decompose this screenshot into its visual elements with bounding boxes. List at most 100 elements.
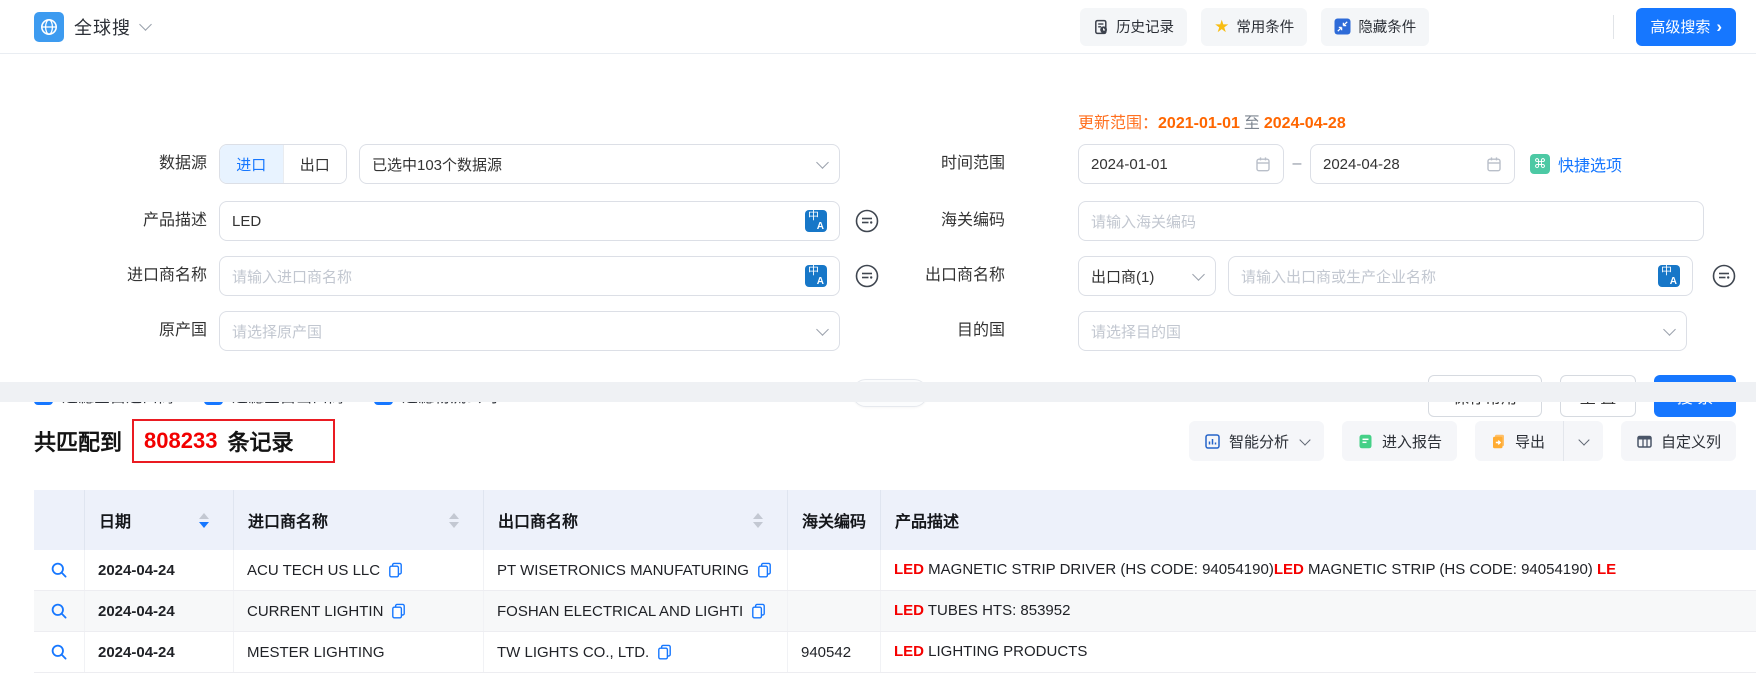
dest-country-select[interactable]: 请选择目的国 (1078, 311, 1687, 351)
sort-control[interactable] (753, 513, 773, 528)
advanced-search-button[interactable]: 高级搜索 › (1636, 8, 1736, 46)
row-detail-cell[interactable] (34, 591, 84, 631)
data-source-select[interactable]: 已选中103个数据源 (359, 144, 840, 184)
desc-text: MAGNETIC STRIP DRIVER (HS CODE: 94054190… (924, 561, 1274, 578)
history-button[interactable]: 历史记录 (1080, 8, 1187, 46)
origin-country-select[interactable]: 请选择原产国 (219, 311, 840, 351)
import-tab[interactable]: 进口 (220, 145, 283, 183)
update-range-end: 2024-04-28 (1264, 115, 1346, 132)
advanced-search-label: 高级搜索 (1650, 16, 1710, 37)
copy-icon[interactable] (657, 644, 672, 660)
match-mode-icon[interactable] (1711, 263, 1737, 289)
update-range: 更新范围：2021-01-01至2024-04-28 (1078, 111, 1346, 137)
bi-analysis-icon (1204, 433, 1221, 450)
row-search-icon[interactable] (50, 643, 68, 661)
history-label: 历史记录 (1116, 16, 1174, 37)
export-label: 导出 (1515, 431, 1545, 452)
row-detail-cell[interactable] (34, 632, 84, 672)
hs-code-cell: 940542 (787, 632, 880, 672)
copy-icon[interactable] (388, 562, 403, 578)
importer-name[interactable]: ACU TECH US LLC (247, 562, 380, 579)
favorites-label: 常用条件 (1236, 16, 1294, 37)
chevron-down-icon[interactable] (1578, 434, 1589, 445)
columns-icon (1636, 433, 1653, 450)
row-search-icon[interactable] (50, 602, 68, 620)
header-importer-label: 进口商名称 (248, 508, 328, 532)
command-icon: ⌘ (1530, 154, 1550, 174)
chevron-down-icon (1192, 268, 1205, 281)
custom-columns-button[interactable]: 自定义列 (1621, 421, 1736, 461)
collapse-icon (1334, 18, 1351, 35)
export-tab[interactable]: 出口 (283, 145, 347, 183)
importer-cell: MESTER LIGHTING (233, 632, 483, 672)
exporter-placeholder: 请输入出口商或生产企业名称 (1241, 266, 1436, 287)
chevron-down-icon (1663, 323, 1676, 336)
brand[interactable]: 全球搜 (34, 12, 150, 42)
exporter-input[interactable]: 请输入出口商或生产企业名称 中A (1228, 256, 1693, 296)
end-date-input[interactable]: 2024-04-28 (1310, 144, 1515, 184)
translate-icon[interactable]: 中A (805, 265, 827, 287)
calendar-icon (1486, 156, 1502, 173)
sort-control[interactable] (449, 513, 469, 528)
custom-columns-label: 自定义列 (1661, 431, 1721, 452)
hs-code-label: 海关编码 (865, 201, 1005, 241)
results-table: 日期 进口商名称 出口商名称 (34, 490, 1756, 673)
hs-code-input[interactable]: 请输入海关编码 (1078, 201, 1704, 241)
start-date-value: 2024-01-01 (1091, 156, 1168, 173)
hs-code-cell (787, 591, 880, 631)
importer-name[interactable]: MESTER LIGHTING (247, 644, 385, 661)
desc-text: LIGHTING PRODUCTS (924, 643, 1087, 660)
table-row: 2024-04-24CURRENT LIGHTINFOSHAN ELECTRIC… (34, 591, 1756, 632)
sort-asc-icon (449, 513, 459, 519)
quick-options[interactable]: ⌘ 快捷选项 (1530, 144, 1622, 184)
exporter-name[interactable]: FOSHAN ELECTRICAL AND LIGHTI (497, 603, 743, 620)
importer-input[interactable]: 请输入进口商名称 中A (219, 256, 840, 296)
product-desc-input[interactable]: LED 中A (219, 201, 840, 241)
date-cell: 2024-04-24 (84, 550, 233, 590)
copy-icon[interactable] (757, 562, 772, 578)
header-hs-code-label: 海关编码 (802, 508, 866, 532)
sort-control[interactable] (199, 513, 219, 528)
importer-cell: ACU TECH US LLC (233, 550, 483, 590)
time-range-label: 时间范围 (865, 144, 1005, 184)
arrow-right-icon: › (1716, 17, 1722, 37)
header-date[interactable]: 日期 (84, 490, 233, 550)
translate-icon[interactable]: 中A (1658, 265, 1680, 287)
exporter-name[interactable]: PT WISETRONICS MANUFATURING (497, 562, 749, 579)
topbar: 全球搜 历史记录 ★ 常用条件 (0, 0, 1756, 54)
chevron-down-icon (816, 156, 829, 169)
header-importer[interactable]: 进口商名称 (233, 490, 483, 550)
exporter-cell: TW LIGHTS CO., LTD. (483, 632, 787, 672)
hide-filters-button[interactable]: 隐藏条件 (1321, 8, 1429, 46)
start-date-input[interactable]: 2024-01-01 (1078, 144, 1284, 184)
row-detail-cell[interactable] (34, 550, 84, 590)
enter-report-button[interactable]: 进入报告 (1342, 421, 1457, 461)
importer-label: 进口商名称 (67, 256, 207, 296)
keyword-highlight: LED (894, 602, 924, 619)
chevron-down-icon[interactable] (139, 18, 152, 31)
exporter-name[interactable]: TW LIGHTS CO., LTD. (497, 644, 649, 661)
exporter-label: 出口商名称 (865, 256, 1005, 296)
match-count-box: 808233 条记录 (132, 419, 335, 463)
header-exporter[interactable]: 出口商名称 (483, 490, 787, 550)
smart-analysis-button[interactable]: 智能分析 (1189, 421, 1324, 461)
filter-panel: 更新范围：2021-01-01至2024-04-28 数据源 进口 出口 已选中… (0, 54, 1756, 382)
copy-icon[interactable] (391, 603, 406, 619)
smart-analysis-label: 智能分析 (1229, 431, 1289, 452)
table-header-row: 日期 进口商名称 出口商名称 (34, 490, 1756, 550)
export-icon (1490, 433, 1507, 450)
export-button[interactable]: 导出 (1475, 421, 1603, 461)
row-search-icon[interactable] (50, 561, 68, 579)
copy-icon[interactable] (751, 603, 766, 619)
chevron-down-icon (1299, 434, 1310, 445)
translate-icon[interactable]: 中A (805, 210, 827, 232)
product-desc-label: 产品描述 (67, 201, 207, 241)
app-logo (34, 12, 64, 42)
sort-asc-icon (753, 513, 763, 519)
match-count-line: 共匹配到 808233 条记录 (34, 419, 335, 463)
importer-name[interactable]: CURRENT LIGHTIN (247, 603, 383, 620)
header-product-desc-label: 产品描述 (895, 508, 959, 532)
favorites-button[interactable]: ★ 常用条件 (1201, 8, 1307, 46)
exporter-type-select[interactable]: 出口商(1) (1078, 256, 1216, 296)
importer-cell: CURRENT LIGHTIN (233, 591, 483, 631)
